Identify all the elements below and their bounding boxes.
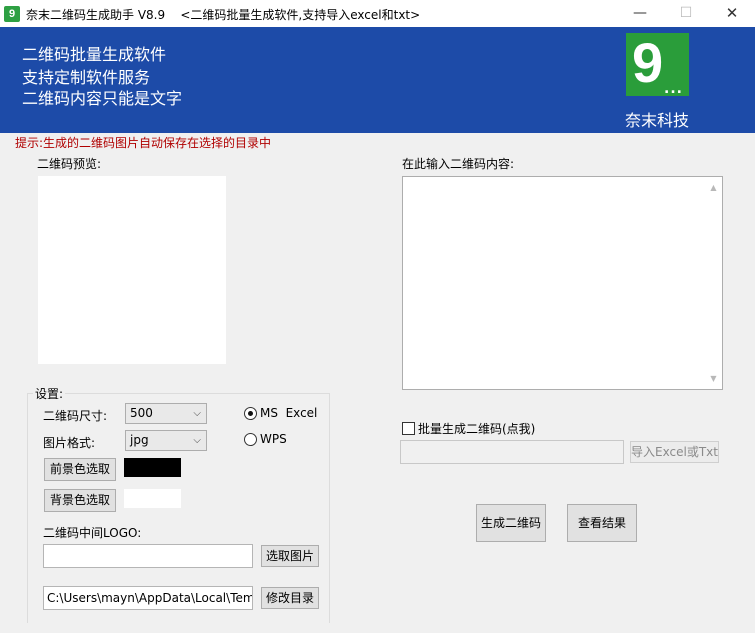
- banner-line-1: 二维码批量生成软件: [22, 45, 167, 64]
- batch-generate-label: 批量生成二维码(点我): [418, 422, 536, 436]
- checkbox-icon[interactable]: [402, 422, 415, 435]
- app-icon: 9: [4, 6, 20, 22]
- change-directory-button[interactable]: 修改目录: [261, 587, 319, 609]
- close-button[interactable]: ✕: [709, 0, 755, 27]
- background-color-swatch: [124, 489, 181, 508]
- radio-checked-icon[interactable]: [244, 406, 257, 420]
- hint-text: 提示:生成的二维码图片自动保存在选择的目录中: [15, 136, 272, 150]
- company-name: 奈末科技: [625, 111, 690, 130]
- foreground-color-swatch: [124, 458, 181, 477]
- radio-ms-excel[interactable]: MS Excel: [244, 406, 317, 420]
- size-select[interactable]: 500 ⌵: [125, 403, 207, 424]
- generate-qr-button[interactable]: 生成二维码: [476, 504, 546, 542]
- radio-unchecked-icon[interactable]: [244, 432, 257, 446]
- content-label: 在此输入二维码内容:: [402, 157, 515, 171]
- minimize-button[interactable]: —: [617, 0, 663, 27]
- radio-wps[interactable]: WPS: [244, 432, 287, 446]
- logo-dots: ...: [664, 81, 683, 97]
- company-logo: 9 ...: [626, 31, 689, 97]
- size-select-value: 500: [130, 406, 153, 420]
- view-results-button[interactable]: 查看结果: [567, 504, 637, 542]
- format-label: 图片格式:: [43, 436, 96, 450]
- qr-preview-image: [38, 176, 226, 364]
- preview-label: 二维码预览:: [37, 157, 102, 171]
- qr-content-textarea[interactable]: ▲ ▼: [402, 176, 723, 390]
- maximize-button[interactable]: ☐: [663, 0, 709, 27]
- batch-file-path-field[interactable]: [400, 440, 624, 464]
- import-excel-txt-button[interactable]: 导入Excel或Txt: [630, 441, 719, 463]
- logo-path-field[interactable]: [43, 544, 253, 568]
- window-title: 奈末二维码生成助手 V8.9 <二维码批量生成软件,支持导入excel和txt>: [26, 8, 421, 22]
- background-color-button[interactable]: 背景色选取: [44, 489, 116, 512]
- settings-group-title: 设置:: [33, 385, 66, 402]
- radio-ms-excel-label: MS Excel: [260, 406, 318, 420]
- radio-wps-label: WPS: [260, 432, 287, 446]
- format-select[interactable]: jpg ⌵: [125, 430, 207, 451]
- logo-label: 二维码中间LOGO:: [43, 526, 142, 540]
- content-scrollbar[interactable]: ▲ ▼: [705, 177, 722, 389]
- banner-line-3: 二维码内容只能是文字: [22, 89, 183, 108]
- title-bar: 9 奈末二维码生成助手 V8.9 <二维码批量生成软件,支持导入excel和tx…: [0, 0, 755, 27]
- format-select-value: jpg: [130, 433, 149, 447]
- scroll-up-icon[interactable]: ▲: [705, 179, 722, 196]
- batch-generate-checkbox[interactable]: 批量生成二维码(点我): [402, 420, 535, 437]
- size-label: 二维码尺寸:: [43, 409, 108, 423]
- foreground-color-button[interactable]: 前景色选取: [44, 458, 116, 481]
- header-banner: 二维码批量生成软件 支持定制软件服务 二维码内容只能是文字 9 ... 奈末科技: [0, 27, 755, 133]
- output-dir-field[interactable]: C:\Users\mayn\AppData\Local\Temp\: [43, 586, 253, 610]
- chevron-down-icon: ⌵: [193, 408, 201, 419]
- logo-number: 9: [632, 31, 664, 94]
- scroll-down-icon[interactable]: ▼: [705, 370, 722, 387]
- chevron-down-icon: ⌵: [193, 435, 201, 446]
- pick-image-button[interactable]: 选取图片: [261, 545, 319, 567]
